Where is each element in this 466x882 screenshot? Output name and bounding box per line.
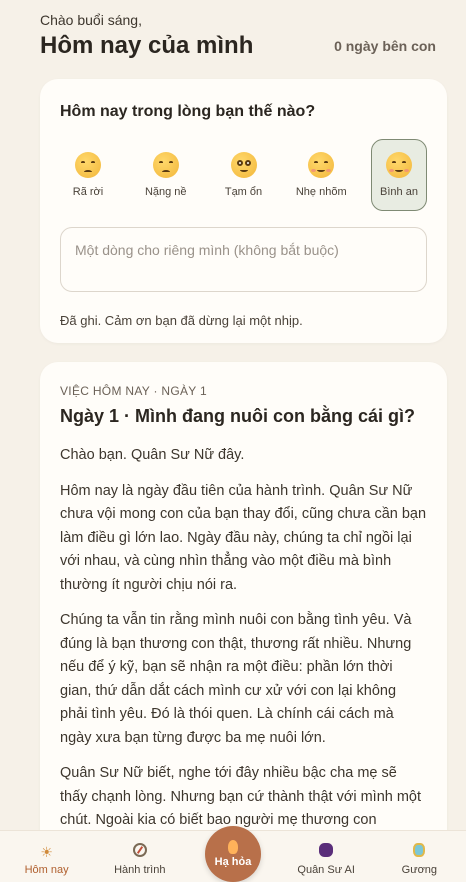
nav-label: Hôm nay bbox=[24, 864, 69, 876]
sun-icon: ☀ bbox=[40, 844, 53, 860]
mood-option-tam-on[interactable]: Tạm ổn bbox=[216, 139, 272, 211]
mood-label: Bình an bbox=[380, 186, 418, 198]
mood-label: Tạm ổn bbox=[224, 186, 263, 198]
nav-today[interactable]: ☀ Hôm nay bbox=[9, 843, 85, 876]
lesson-paragraph: Quân Sư Nữ biết, nghe tới đây nhiều bậc … bbox=[60, 765, 422, 828]
relieved-face-icon bbox=[308, 152, 335, 178]
header: Chào buổi sáng, Hôm nay của mình 0 ngày … bbox=[40, 12, 436, 60]
mood-label: Rã rời bbox=[72, 186, 104, 198]
pensive-face-icon bbox=[152, 152, 179, 178]
nav-center-label: Hạ hỏa bbox=[214, 856, 252, 868]
title-row: Hôm nay của mình 0 ngày bên con bbox=[40, 32, 436, 60]
nav-ai-advisor[interactable]: Quân Sư AI bbox=[288, 843, 364, 876]
page-title: Hôm nay của mình bbox=[40, 32, 254, 59]
mood-option-ra-roi[interactable]: Rã rời bbox=[60, 139, 116, 211]
mood-checkin-card: Hôm nay trong lòng bạn thế nào? Rã rời N… bbox=[40, 79, 447, 343]
grape-icon bbox=[319, 843, 334, 857]
mood-option-nhe-nhom[interactable]: Nhẹ nhõm bbox=[293, 139, 349, 211]
mirror-gem-icon bbox=[413, 843, 426, 857]
bottom-nav: ☀ Hôm nay Hành trình Quân Sư AI Gương Hạ… bbox=[0, 826, 466, 882]
nav-journey[interactable]: Hành trình bbox=[102, 843, 178, 876]
daily-lesson-card: VIỆC HÔM NAY · NGÀY 1 Ngày 1 · Mình đang… bbox=[40, 362, 447, 882]
mood-note-input[interactable] bbox=[60, 227, 427, 292]
mood-options: Rã rời Nặng nề Tạm ổn Nhẹ nhõm Bình an bbox=[60, 139, 427, 211]
mood-label: Nặng nề bbox=[144, 186, 187, 198]
flame-icon bbox=[228, 840, 238, 854]
mood-question: Hôm nay trong lòng bạn thế nào? bbox=[60, 103, 316, 120]
mood-label: Nhẹ nhõm bbox=[295, 186, 347, 198]
streak-counter: 0 ngày bên con bbox=[334, 38, 436, 54]
saved-confirmation: Đã ghi. Cảm ơn bạn đã dừng lại một nhịp. bbox=[60, 313, 303, 328]
mood-option-binh-an[interactable]: Bình an bbox=[371, 139, 427, 211]
nav-label: Gương bbox=[401, 864, 438, 876]
nav-label: Hành trình bbox=[114, 864, 166, 876]
wide-eyed-face-icon bbox=[230, 152, 257, 178]
lesson-paragraph: Chào bạn. Quân Sư Nữ đây. bbox=[60, 447, 245, 463]
nav-label: Quân Sư AI bbox=[297, 864, 355, 876]
lesson-title: Ngày 1 · Mình đang nuôi con bằng cái gì? bbox=[60, 406, 416, 426]
mood-option-nang-ne[interactable]: Nặng nề bbox=[138, 139, 194, 211]
peaceful-face-icon bbox=[386, 152, 412, 178]
calm-down-button[interactable]: Hạ hỏa bbox=[205, 826, 261, 882]
lesson-eyebrow: VIỆC HÔM NAY · NGÀY 1 bbox=[60, 384, 208, 398]
nav-mirror[interactable]: Gương bbox=[381, 843, 457, 876]
compass-icon bbox=[132, 843, 147, 857]
lesson-paragraph: Chúng ta vẫn tin rằng mình nuôi con bằng… bbox=[60, 612, 412, 746]
greeting: Chào buổi sáng, bbox=[40, 12, 142, 28]
lesson-paragraph: Hôm nay là ngày đầu tiên của hành trình.… bbox=[60, 482, 427, 593]
sad-face-icon bbox=[75, 152, 101, 178]
